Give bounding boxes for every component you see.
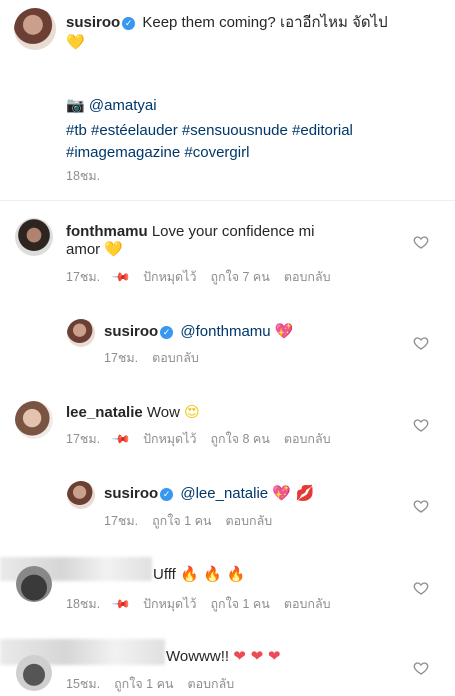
avatar[interactable]: [67, 481, 95, 509]
comment-timestamp: 17ชม.: [104, 351, 139, 365]
divider: [0, 200, 455, 201]
like-heart-icon[interactable]: [413, 417, 429, 433]
mention[interactable]: @fonthmamu: [180, 323, 270, 340]
camera-icon: 📷: [66, 96, 85, 114]
avatar[interactable]: [14, 8, 56, 50]
verified-badge-icon: ✓: [160, 326, 174, 339]
comment-meta: 17ชม. ตอบกลับ: [104, 350, 213, 366]
likes-count[interactable]: ถูกใจ 1 คน: [210, 597, 269, 611]
caption-line-1: susiroo ✓ Keep them coming? เอาอีกไหม จัด…: [66, 13, 388, 32]
caption-emoji: 💛: [66, 33, 85, 51]
comment-emoji: 💖 💋: [272, 484, 315, 502]
pin-icon: 📌: [111, 266, 132, 288]
username[interactable]: susiroo: [66, 14, 120, 31]
credit-line: 📷 @amatyai: [66, 96, 157, 115]
post-timestamp: 18ชม.: [66, 169, 101, 183]
reply-button[interactable]: ตอบกลับ: [284, 270, 331, 284]
avatar[interactable]: [16, 655, 52, 691]
pinned-indicator: 📌 ปักหมุดไว้: [111, 593, 197, 615]
like-heart-icon[interactable]: [413, 335, 429, 351]
hashtags-line-2[interactable]: #imagemagazine #covergirl: [66, 143, 249, 162]
comment-timestamp: 17ชม.: [104, 514, 139, 528]
reply-button[interactable]: ตอบกลับ: [187, 677, 234, 691]
comment-line-1: fonthmamu Love your confidence mi: [66, 222, 314, 241]
comment-timestamp: 17ชม.: [66, 270, 101, 284]
comment-text: Wowww!!: [166, 648, 230, 665]
mention[interactable]: @lee_natalie: [180, 485, 268, 502]
avatar[interactable]: [16, 566, 52, 602]
comment-line-1: lee_natalie Wow 😍: [66, 403, 200, 422]
reply-button[interactable]: ตอบกลับ: [284, 432, 331, 446]
avatar[interactable]: [15, 218, 53, 256]
comment-emoji: ❤ ❤ ❤: [233, 647, 281, 665]
hashtags-line-1[interactable]: #tb #estéelauder #sensuousnude #editoria…: [66, 121, 353, 140]
reply-button[interactable]: ตอบกลับ: [225, 514, 272, 528]
comment-line-2: amor 💛: [66, 240, 123, 259]
comment-line-1: Ufff 🔥 🔥 🔥: [153, 565, 246, 584]
username[interactable]: susiroo: [104, 485, 158, 502]
username[interactable]: fonthmamu: [66, 223, 148, 240]
comment-emoji: 😍: [184, 403, 200, 421]
likes-count[interactable]: ถูกใจ 1 คน: [152, 514, 211, 528]
reply-button[interactable]: ตอบกลับ: [152, 351, 199, 365]
username[interactable]: lee_natalie: [66, 404, 143, 421]
verified-badge-icon: ✓: [122, 17, 136, 30]
like-heart-icon[interactable]: [413, 660, 429, 676]
comment-meta: 17ชม. ถูกใจ 1 คน ตอบกลับ: [104, 513, 286, 529]
credit-mention[interactable]: @amatyai: [89, 97, 157, 114]
pinned-indicator: 📌 ปักหมุดไว้: [111, 266, 197, 288]
likes-count[interactable]: ถูกใจ 8 คน: [210, 432, 269, 446]
comment-text: Wow: [146, 404, 180, 421]
avatar[interactable]: [67, 319, 95, 347]
comment-meta: 15ชม. ถูกใจ 1 คน ตอบกลับ: [66, 676, 248, 692]
reply-line: susiroo ✓ @fonthmamu 💖: [104, 322, 293, 341]
verified-badge-icon: ✓: [160, 488, 174, 501]
comment-timestamp: 17ชม.: [66, 432, 101, 446]
comment-timestamp: 18ชม.: [66, 597, 101, 611]
comment-emoji: 💖: [274, 322, 294, 340]
comment-meta: 17ชม. 📌 ปักหมุดไว้ ถูกใจ 8 คน ตอบกลับ: [66, 428, 345, 450]
like-heart-icon[interactable]: [413, 498, 429, 514]
pinned-indicator: 📌 ปักหมุดไว้: [111, 428, 197, 450]
likes-count[interactable]: ถูกใจ 1 คน: [114, 677, 173, 691]
like-heart-icon[interactable]: [413, 234, 429, 250]
comment-text: amor: [66, 241, 101, 258]
avatar[interactable]: [15, 401, 53, 439]
likes-count[interactable]: ถูกใจ 7 คน: [210, 270, 269, 284]
pin-icon: 📌: [111, 428, 132, 450]
comment-emoji: 💛: [104, 240, 124, 258]
username[interactable]: susiroo: [104, 323, 158, 340]
reply-button[interactable]: ตอบกลับ: [284, 597, 331, 611]
caption-text: Keep them coming? เอาอีกไหม จัดไป: [142, 14, 388, 31]
pin-icon: 📌: [111, 593, 132, 615]
comment-meta: 17ชม. 📌 ปักหมุดไว้ ถูกใจ 7 คน ตอบกลับ: [66, 266, 345, 288]
comment-text: Love your confidence mi: [151, 223, 315, 240]
comment-meta: 18ชม. 📌 ปักหมุดไว้ ถูกใจ 1 คน ตอบกลับ: [66, 593, 345, 615]
comment-emoji: 🔥 🔥 🔥: [179, 565, 246, 583]
comment-line-1: Wowww!! ❤ ❤ ❤: [166, 647, 280, 666]
comment-timestamp: 15ชม.: [66, 677, 101, 691]
like-heart-icon[interactable]: [413, 580, 429, 596]
comment-text: Ufff: [153, 566, 176, 583]
reply-line: susiroo ✓ @lee_natalie 💖 💋: [104, 484, 314, 503]
